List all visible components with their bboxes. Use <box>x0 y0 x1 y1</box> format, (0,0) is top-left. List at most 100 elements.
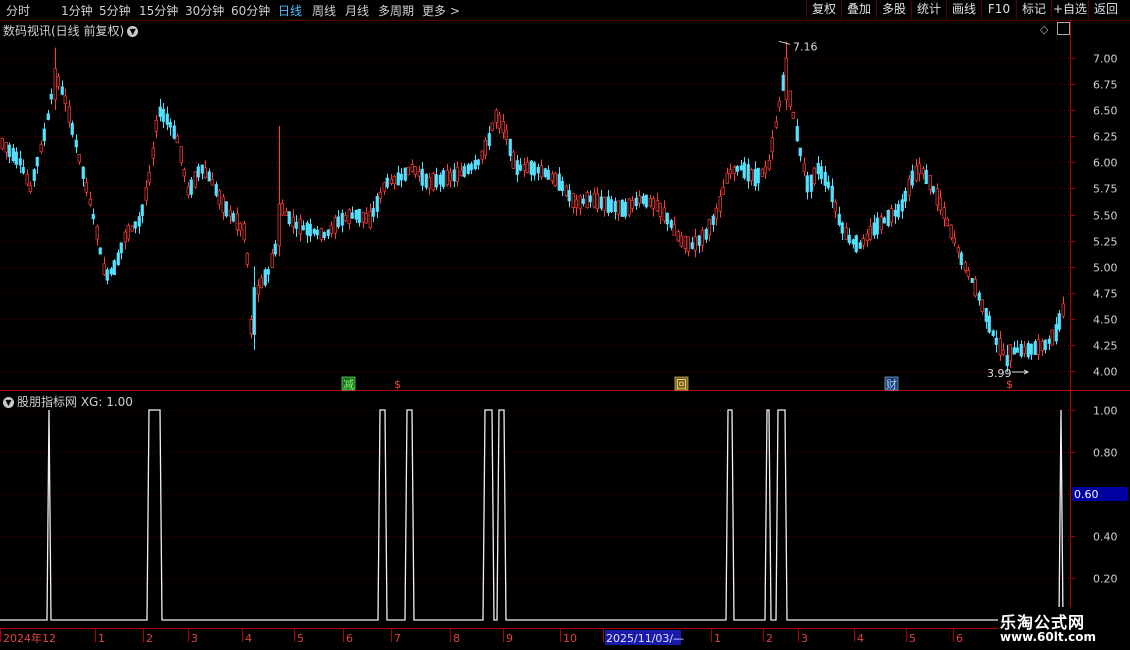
candle-body <box>70 123 74 135</box>
candle-body <box>242 223 246 241</box>
candle-body <box>781 74 785 91</box>
candle-body <box>270 252 274 269</box>
candle-body <box>277 203 281 247</box>
candle-body <box>1040 341 1044 351</box>
time-axis-label: 9 <box>506 632 513 645</box>
candle-body <box>966 270 970 277</box>
candlestick-series <box>0 41 1065 373</box>
candle-body <box>424 173 428 188</box>
candle-body <box>231 213 235 222</box>
candle-body <box>245 252 249 265</box>
indicator-series <box>0 409 1070 621</box>
candle-body <box>721 187 725 195</box>
candle-body <box>725 172 729 184</box>
candle-body <box>1029 343 1033 355</box>
price-tick-label: 4.50 <box>1093 314 1118 327</box>
candle-body <box>518 164 522 171</box>
candle-body <box>900 199 904 212</box>
candle-body <box>210 179 214 186</box>
diamond-icon[interactable]: ◇ <box>1040 23 1048 36</box>
candle-body <box>102 263 106 276</box>
candle-body <box>452 169 456 182</box>
candle-body <box>889 208 893 223</box>
candle-body <box>665 212 669 225</box>
candle-body <box>32 169 36 181</box>
candle-body <box>798 147 802 157</box>
candle-body <box>529 160 533 175</box>
candle-body <box>571 193 575 209</box>
candle-body <box>259 277 263 289</box>
candle-body <box>217 190 221 205</box>
candle-body <box>658 203 662 217</box>
candle-body <box>585 192 589 208</box>
candle-body <box>203 167 207 179</box>
event-marker: 财 <box>886 377 897 391</box>
candle-body <box>340 212 344 226</box>
candle-body <box>630 200 634 209</box>
candle-body <box>56 76 60 87</box>
candle-body <box>473 160 477 170</box>
time-axis-label: 1 <box>714 632 721 645</box>
candle-body <box>896 204 900 218</box>
candle-body <box>669 220 673 228</box>
chevron-down-icon[interactable]: ▼ <box>3 397 14 408</box>
candle-body <box>490 122 494 131</box>
candle-body <box>973 278 977 297</box>
candle-body <box>382 182 386 192</box>
candle-body <box>151 147 155 159</box>
candle-body <box>623 201 627 217</box>
candle-body <box>686 236 690 252</box>
candle-body <box>641 195 645 204</box>
candle-body <box>462 166 466 177</box>
candle-body <box>753 168 757 187</box>
candle-body <box>0 138 4 150</box>
candle-body <box>532 162 536 176</box>
price-tick-label: 4.75 <box>1093 288 1118 301</box>
candle-body <box>252 287 256 335</box>
candle-body <box>39 144 43 153</box>
candle-body <box>81 166 85 179</box>
event-marker: 减 <box>343 378 354 391</box>
indicator-tick-label: 0.80 <box>1093 447 1118 460</box>
candle-body <box>11 147 15 162</box>
candle-body <box>494 109 498 123</box>
time-axis-label: 4 <box>857 632 864 645</box>
candle-body <box>1054 324 1058 342</box>
candle-body <box>336 216 340 228</box>
candle-body <box>931 186 935 193</box>
candle-body <box>662 207 666 221</box>
price-tick-label: 6.25 <box>1093 131 1118 144</box>
candle-body <box>637 195 641 204</box>
candle-body <box>14 151 18 165</box>
time-axis-label: 5 <box>297 632 304 645</box>
candle-body <box>196 166 200 178</box>
candle-body <box>140 204 144 217</box>
candle-body <box>112 260 116 276</box>
candle-body <box>903 190 907 202</box>
candle-body <box>592 192 596 208</box>
panel-toggle-icon[interactable] <box>1057 22 1070 35</box>
candle-body <box>578 195 582 210</box>
candle-body <box>294 221 298 229</box>
candle-body <box>774 121 778 128</box>
candle-body <box>511 151 515 169</box>
candle-body <box>861 238 865 246</box>
candle-body <box>207 171 211 182</box>
candle-body <box>882 217 886 224</box>
candle-body <box>609 199 613 212</box>
time-axis-label: 2024年12 <box>3 631 56 645</box>
candle-body <box>301 225 305 231</box>
candle-body <box>847 234 851 244</box>
candle-body <box>123 231 127 243</box>
candle-body <box>879 216 883 231</box>
candle-body <box>326 229 330 236</box>
indicator-tick-label: 1.00 <box>1093 405 1118 418</box>
candle-body <box>1015 347 1019 353</box>
candle-body <box>1061 303 1065 317</box>
time-axis-label: 2 <box>146 632 153 645</box>
candle-body <box>385 177 389 188</box>
candle-body <box>672 224 676 236</box>
candle-body <box>707 219 711 236</box>
candle-body <box>308 223 312 237</box>
candle-body <box>249 319 253 335</box>
